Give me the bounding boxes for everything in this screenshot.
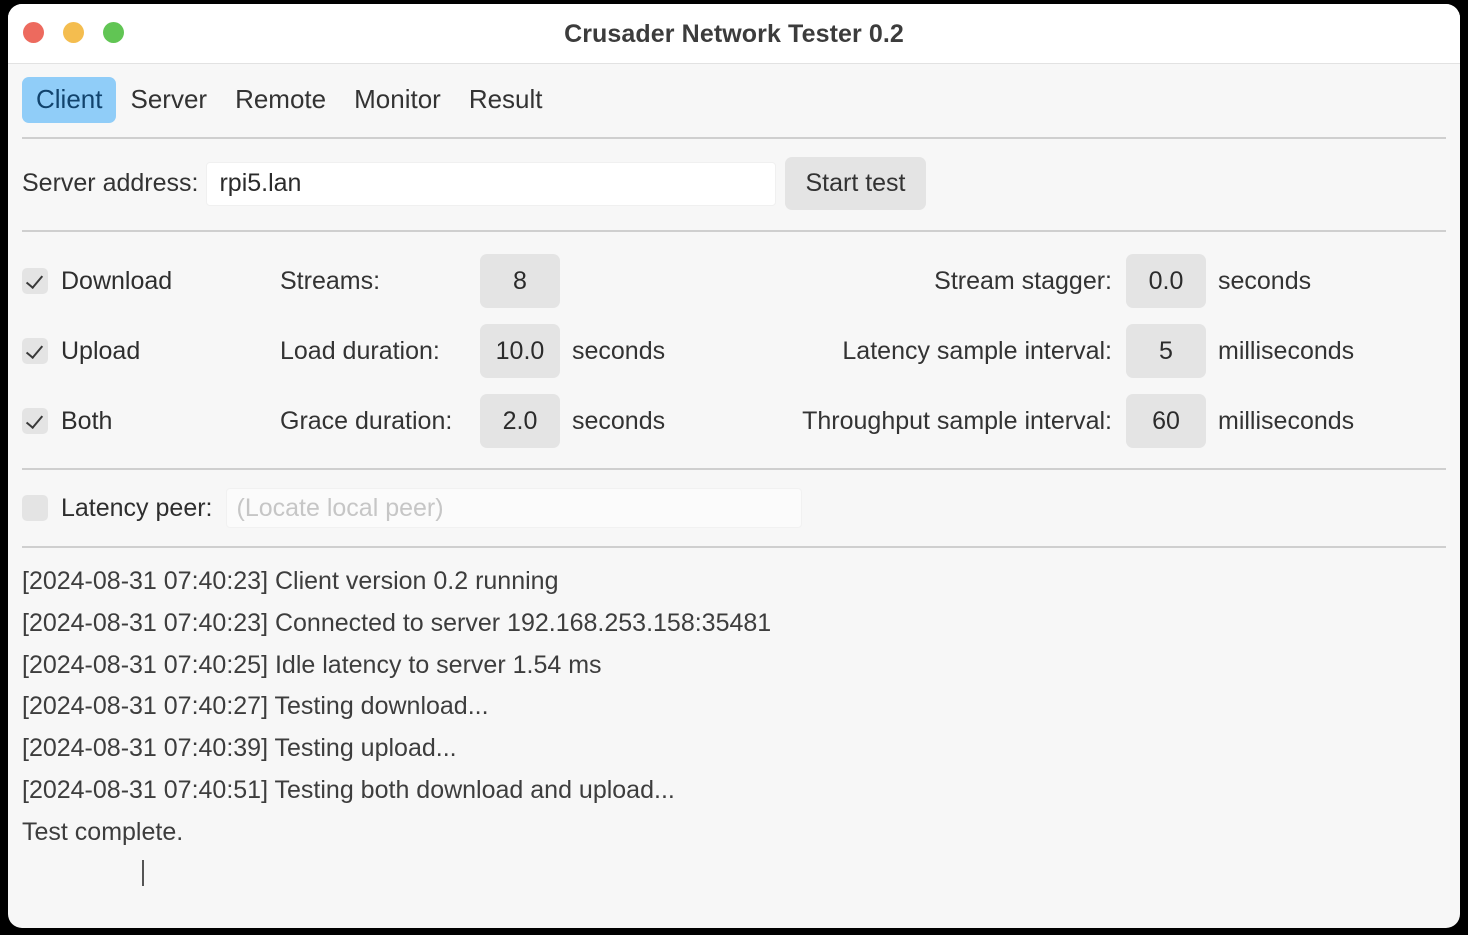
load-duration-unit: seconds xyxy=(572,336,666,365)
grace-duration-label: Grace duration: xyxy=(280,406,453,435)
throughput-sample-interval-label: Throughput sample interval: xyxy=(802,406,1112,435)
throughput-sample-interval-unit: milliseconds xyxy=(1218,406,1355,435)
load-duration-label: Load duration: xyxy=(280,336,440,365)
streams-label: Streams: xyxy=(280,266,381,295)
throughput-sample-interval-stepper[interactable]: 60 xyxy=(1126,394,1206,448)
app-window: Crusader Network Tester 0.2 Client Serve… xyxy=(8,4,1460,928)
server-address-label: Server address: xyxy=(22,169,199,197)
option-row-both: Both Grace duration: 2.0 seconds Through… xyxy=(22,386,1446,456)
load-duration-stepper[interactable]: 10.0 xyxy=(480,324,560,378)
text-caret xyxy=(142,859,144,886)
log-line: [2024-08-31 07:40:23] Client version 0.2… xyxy=(22,567,559,595)
log-line: [2024-08-31 07:40:51] Testing both downl… xyxy=(22,775,675,804)
tab-monitor[interactable]: Monitor xyxy=(340,77,455,123)
option-row-upload: Upload Load duration: 10.0 seconds Laten… xyxy=(22,316,1446,386)
stream-stagger-stepper[interactable]: 0.0 xyxy=(1126,254,1206,308)
checkbox-upload-icon[interactable] xyxy=(22,338,48,364)
checkbox-download-icon[interactable] xyxy=(22,268,48,294)
log-line: [2024-08-31 07:40:25] Idle latency to se… xyxy=(22,650,602,679)
stream-stagger-label: Stream stagger: xyxy=(934,266,1112,295)
tab-remote[interactable]: Remote xyxy=(221,77,340,123)
title-bar: Crusader Network Tester 0.2 xyxy=(8,4,1460,64)
tab-server[interactable]: Server xyxy=(116,77,221,123)
streams-stepper[interactable]: 8 xyxy=(480,254,560,308)
checkbox-both-icon[interactable] xyxy=(22,408,48,434)
latency-sample-interval-unit: milliseconds xyxy=(1218,336,1355,365)
checkbox-upload-group[interactable]: Upload xyxy=(22,337,280,366)
checkbox-download-group[interactable]: Download xyxy=(22,267,280,296)
log-line: Test complete. xyxy=(22,817,184,846)
server-address-row: Server address: Start test xyxy=(8,139,1460,230)
latency-peer-input[interactable] xyxy=(225,488,802,528)
log-line: [2024-08-31 07:40:39] Testing upload... xyxy=(22,734,457,763)
tab-client[interactable]: Client xyxy=(22,77,117,123)
options-grid: Download Streams: 8 Stream stagger: 0.0 … xyxy=(8,232,1460,468)
stream-stagger-unit: seconds xyxy=(1218,266,1312,295)
tab-bar: Client Server Remote Monitor Result xyxy=(8,64,1460,137)
latency-peer-row: Latency peer: xyxy=(8,470,1460,546)
latency-sample-interval-label: Latency sample interval: xyxy=(842,336,1112,365)
checkbox-both-label: Both xyxy=(61,406,113,435)
window-title: Crusader Network Tester 0.2 xyxy=(564,20,904,48)
option-row-download: Download Streams: 8 Stream stagger: 0.0 … xyxy=(22,246,1446,316)
grace-duration-unit: seconds xyxy=(572,406,666,435)
log-line: [2024-08-31 07:40:27] Testing download..… xyxy=(22,692,489,721)
start-test-button[interactable]: Start test xyxy=(785,157,926,210)
latency-sample-interval-stepper[interactable]: 5 xyxy=(1126,324,1206,378)
checkbox-latency-peer-icon[interactable] xyxy=(22,495,48,521)
log-panel[interactable]: [2024-08-31 07:40:23] Client version 0.2… xyxy=(8,548,1460,895)
server-address-input[interactable] xyxy=(206,161,777,206)
checkbox-upload-label: Upload xyxy=(61,336,141,365)
tab-result[interactable]: Result xyxy=(455,77,557,123)
checkbox-both-group[interactable]: Both xyxy=(22,407,280,436)
grace-duration-stepper[interactable]: 2.0 xyxy=(480,394,560,448)
log-caret-line xyxy=(22,854,1446,896)
log-line: [2024-08-31 07:40:23] Connected to serve… xyxy=(22,608,772,637)
checkbox-download-label: Download xyxy=(61,266,173,295)
latency-peer-label: Latency peer: xyxy=(61,493,213,522)
